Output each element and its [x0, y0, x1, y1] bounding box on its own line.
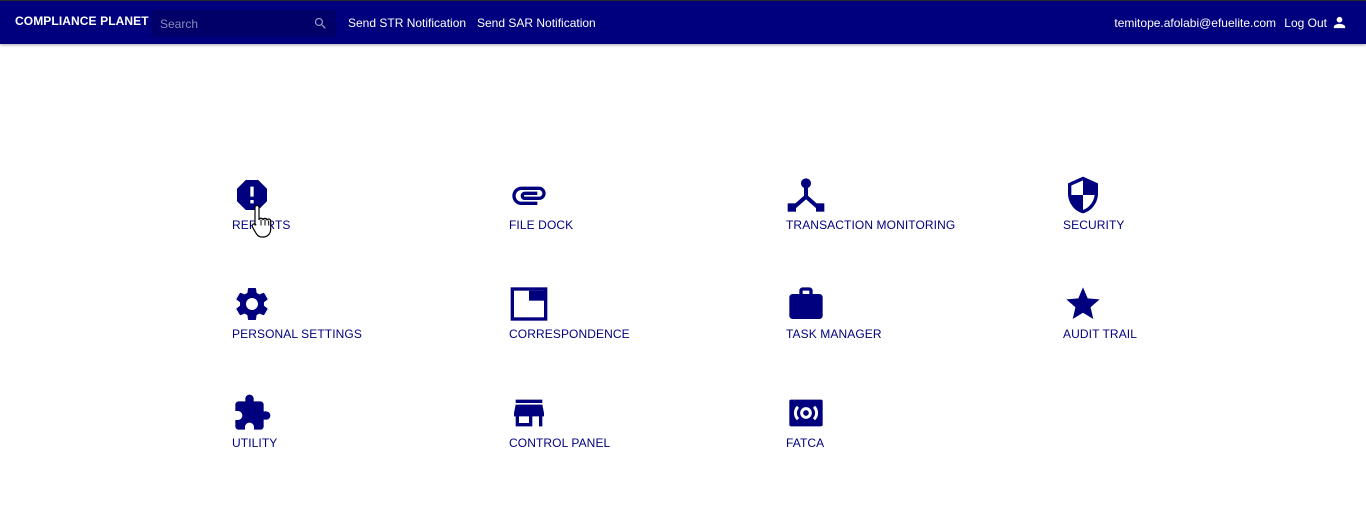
module-control-panel[interactable]: CONTROL PANEL: [509, 393, 709, 453]
module-label: TRANSACTION MONITORING: [786, 218, 956, 232]
send-str-notification-link[interactable]: Send STR Notification: [348, 16, 466, 30]
shield-icon: [1063, 175, 1103, 215]
logout-button[interactable]: Log Out: [1284, 14, 1348, 31]
top-app-bar: COMPLIANCE PLANET Send STR Notification …: [0, 0, 1366, 44]
paperclip-icon: [509, 175, 549, 215]
module-transaction-monitoring[interactable]: TRANSACTION MONITORING: [786, 175, 986, 235]
logout-label: Log Out: [1284, 15, 1327, 30]
window-icon: [509, 284, 549, 324]
module-label: FATCA: [786, 436, 825, 450]
app-brand[interactable]: COMPLIANCE PLANET: [15, 14, 149, 28]
person-icon: [1333, 16, 1346, 29]
store-icon: [509, 393, 549, 433]
user-email: temitope.afolabi@efuelite.com: [1114, 16, 1276, 30]
briefcase-icon: [786, 284, 826, 324]
module-personal-settings[interactable]: PERSONAL SETTINGS: [232, 284, 432, 344]
search-icon[interactable]: [313, 16, 328, 31]
star-icon: [1063, 284, 1103, 324]
module-label: SECURITY: [1063, 218, 1125, 232]
puzzle-icon: [232, 393, 272, 433]
module-security[interactable]: SECURITY: [1063, 175, 1263, 235]
search-input[interactable]: [151, 10, 301, 37]
module-file-dock[interactable]: FILE DOCK: [509, 175, 709, 235]
module-task-manager[interactable]: TASK MANAGER: [786, 284, 986, 344]
module-label: CORRESPONDENCE: [509, 327, 630, 341]
module-fatca[interactable]: FATCA: [786, 393, 986, 453]
module-label: AUDIT TRAIL: [1063, 327, 1138, 341]
gear-icon: [232, 284, 272, 324]
module-reports[interactable]: REPORTS: [232, 175, 432, 235]
alert-octagon-icon: [232, 175, 272, 215]
module-label: CONTROL PANEL: [509, 436, 611, 450]
module-label: PERSONAL SETTINGS: [232, 327, 362, 341]
module-utility[interactable]: UTILITY: [232, 393, 432, 453]
module-correspondence[interactable]: CORRESPONDENCE: [509, 284, 709, 344]
module-label: FILE DOCK: [509, 218, 574, 232]
module-label: UTILITY: [232, 436, 278, 450]
broadcast-icon: [786, 393, 826, 433]
send-sar-notification-link[interactable]: Send SAR Notification: [477, 16, 596, 30]
search-box[interactable]: [151, 10, 336, 37]
module-audit-trail[interactable]: AUDIT TRAIL: [1063, 284, 1263, 344]
module-label: TASK MANAGER: [786, 327, 882, 341]
module-label: REPORTS: [232, 218, 291, 232]
network-icon: [786, 175, 826, 215]
